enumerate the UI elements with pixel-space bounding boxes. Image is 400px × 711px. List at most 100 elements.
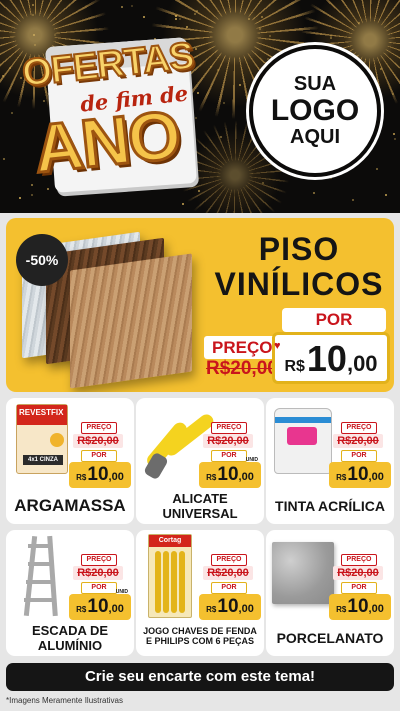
logo-text-aqui: AQUI: [290, 125, 340, 148]
spark-decoration: [352, 199, 354, 201]
por-label: POR: [341, 582, 377, 594]
brand-label: REVESTFIX: [19, 408, 64, 417]
price-integer: 10: [217, 596, 239, 617]
hero-title-line2: VINÍLICOS: [214, 266, 384, 303]
price-decimal: ,00: [108, 471, 124, 483]
header-banner: OFERTAS de fim de ANO SUA LOGO AQUI: [0, 0, 400, 213]
ofertas-fim-de-ano-logo: OFERTAS de fim de ANO: [19, 24, 197, 193]
hero-price-currency: R$: [284, 358, 305, 375]
por-label: POR: [341, 450, 377, 462]
price-currency: R$: [206, 473, 217, 482]
spark-decoration: [31, 194, 33, 196]
price-currency: R$: [76, 473, 87, 482]
spark-decoration: [19, 197, 21, 199]
discount-badge: -50%: [16, 234, 68, 286]
product-card-porcelanato[interactable]: PREÇO R$20,00 POR R$ 10 ,00 PORCELANATO: [266, 530, 394, 656]
old-price: R$20,00: [203, 434, 253, 448]
spark-decoration: [3, 158, 5, 160]
price-currency: R$: [76, 605, 87, 614]
old-price: R$20,00: [73, 566, 123, 580]
price-decimal: ,00: [238, 471, 254, 483]
price-decimal: ,00: [368, 603, 384, 615]
price-integer: 10: [87, 596, 109, 617]
product-name: ESCADA DE ALUMÍNIO: [31, 623, 109, 653]
hero-old-price: R$20,00: [206, 358, 278, 379]
preco-label: PREÇO: [211, 422, 247, 434]
hero-title-line1: PISO: [258, 231, 340, 267]
spark-decoration: [31, 184, 33, 186]
price-integer: 10: [347, 464, 369, 485]
price-currency: R$: [336, 473, 347, 482]
spark-decoration: [121, 6, 123, 8]
preco-label: PREÇO: [81, 422, 117, 434]
price-integer: 10: [217, 464, 239, 485]
por-label: POR: [81, 450, 117, 462]
price-currency: R$: [336, 605, 347, 614]
brand-label: Cortag: [149, 535, 191, 547]
current-price: R$ 10 ,00: [199, 594, 261, 620]
hero-title: PISO VINÍLICOS: [206, 231, 392, 303]
title-ano: ANO: [29, 95, 184, 189]
logo-text-logo: LOGO: [270, 94, 360, 128]
hero-price-integer: 10: [306, 338, 347, 379]
logo-placeholder: SUA LOGO AQUI: [249, 45, 381, 177]
old-price: R$20,00: [73, 434, 123, 448]
por-label: POR: [211, 582, 247, 594]
preco-label: PREÇO: [341, 422, 377, 434]
spark-decoration: [394, 138, 396, 140]
porcelain-tile-image: [272, 542, 334, 604]
old-price: R$20,00: [203, 566, 253, 580]
product-card-chaves[interactable]: Cortag PREÇO R$20,00 POR R$ 10 ,00 JOGO …: [136, 530, 264, 656]
product-card-argamassa[interactable]: REVESTFIX 4x1 CINZA PREÇO R$20,00 POR R$…: [6, 398, 134, 524]
spark-decoration: [166, 187, 168, 189]
preco-label: PREÇO: [341, 554, 377, 566]
product-name: ARGAMASSA: [14, 496, 126, 515]
spark-decoration: [330, 177, 332, 179]
hero-por-label: POR: [282, 308, 386, 332]
price-integer: 10: [87, 464, 109, 485]
product-name: PORCELANATO: [276, 630, 384, 646]
current-price: R$ 10 ,00: [329, 462, 391, 488]
hero-preco-label: PREÇO: [204, 336, 281, 359]
hero-offer-card[interactable]: -50% PISO VINÍLICOS POR PREÇO R$20,00 R$…: [6, 218, 394, 392]
spark-decoration: [182, 203, 184, 205]
spark-decoration: [47, 188, 49, 190]
product-card-alicate[interactable]: PREÇO R$20,00 POR UNID R$ 10 ,00 ALICATE…: [136, 398, 264, 524]
current-price: R$ 10 ,00: [69, 594, 131, 620]
por-label: POR: [211, 450, 247, 462]
footer-disclaimer: *Imagens Meramente Ilustrativas: [6, 696, 123, 705]
screwdriver-set-image: Cortag: [148, 534, 192, 618]
price-integer: 10: [347, 596, 369, 617]
product-card-escada[interactable]: PREÇO R$20,00 POR UNID R$ 10 ,00 ESCADA …: [6, 530, 134, 656]
spark-decoration: [376, 168, 378, 170]
current-price: R$ 10 ,00: [69, 462, 131, 488]
spark-decoration: [393, 133, 395, 135]
current-price: R$ 10 ,00: [199, 462, 261, 488]
heart-icon: ♥: [274, 340, 281, 352]
preco-label: PREÇO: [211, 554, 247, 566]
argamassa-bag-image: REVESTFIX 4x1 CINZA: [16, 404, 68, 474]
vinyl-tile-light: [70, 253, 192, 389]
product-name: TINTA ACRÍLICA: [275, 498, 385, 514]
product-card-tinta[interactable]: PREÇO R$20,00 POR R$ 10 ,00 TINTA ACRÍLI…: [266, 398, 394, 524]
paint-can-image: [274, 408, 332, 474]
variant-label: 4x1 CINZA: [23, 455, 63, 465]
spark-decoration: [195, 117, 197, 119]
product-name: ALICATE UNIVERSAL: [162, 491, 238, 521]
por-label: POR: [81, 582, 117, 594]
spark-decoration: [63, 193, 65, 195]
product-name: JOGO CHAVES DE FENDA E PHILIPS COM 6 PEÇ…: [143, 626, 257, 647]
spark-decoration: [313, 192, 315, 194]
cta-button[interactable]: Crie seu encarte com este tema!: [6, 663, 394, 691]
current-price: R$ 10 ,00: [329, 594, 391, 620]
price-decimal: ,00: [368, 471, 384, 483]
spark-decoration: [176, 185, 178, 187]
hero-price: R$ 10 ,00: [272, 332, 390, 384]
preco-label: PREÇO: [81, 554, 117, 566]
hero-price-decimal: ,00: [346, 351, 378, 376]
price-decimal: ,00: [238, 603, 254, 615]
spark-decoration: [143, 16, 145, 18]
spark-decoration: [385, 194, 387, 196]
old-price: R$20,00: [333, 566, 383, 580]
price-decimal: ,00: [108, 603, 124, 615]
